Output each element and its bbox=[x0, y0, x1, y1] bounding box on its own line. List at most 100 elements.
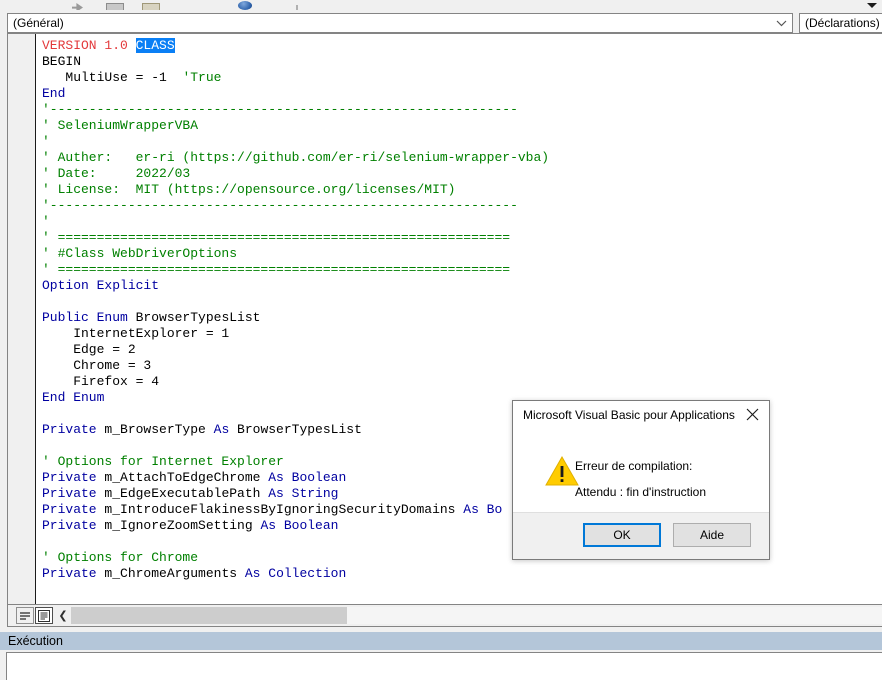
code-token: ' Auther: er-ri (https://github.com/er-r… bbox=[42, 150, 550, 165]
compile-error-dialog: Microsoft Visual Basic pour Applications… bbox=[512, 400, 770, 560]
code-line: ' ======================================… bbox=[42, 230, 882, 246]
chevron-down-icon[interactable] bbox=[773, 14, 789, 32]
object-combobox[interactable]: (Général) bbox=[7, 13, 793, 33]
code-pane-bottom-bar: ❮ bbox=[7, 605, 882, 627]
code-token: BrowserTypesList bbox=[237, 422, 362, 437]
code-token: MultiUse = -1 bbox=[42, 70, 183, 85]
code-token: Private bbox=[42, 566, 105, 581]
code-token: ' bbox=[42, 134, 50, 149]
code-token: As bbox=[213, 422, 238, 437]
object-browser-icon[interactable] bbox=[238, 1, 252, 10]
ok-button[interactable]: OK bbox=[583, 523, 661, 547]
code-line: End bbox=[42, 86, 882, 102]
run-play-icon[interactable] bbox=[72, 3, 86, 10]
warning-triangle-icon bbox=[545, 455, 579, 486]
procedure-view-icon[interactable] bbox=[16, 607, 34, 624]
code-token: '---------------------------------------… bbox=[42, 198, 518, 213]
toolbar-overflow-chevron-icon[interactable] bbox=[865, 2, 878, 11]
code-token: ' SeleniumWrapperVBA bbox=[42, 118, 199, 133]
code-token: '---------------------------------------… bbox=[42, 102, 518, 117]
code-token: ' Date: 2022/03 bbox=[42, 166, 191, 181]
code-token: ' ======================================… bbox=[42, 262, 511, 277]
code-token: m_BrowserType bbox=[104, 422, 214, 437]
dialog-titlebar: Microsoft Visual Basic pour Applications bbox=[513, 401, 769, 431]
code-line: Edge = 2 bbox=[42, 342, 882, 358]
code-token: ' bbox=[42, 214, 50, 229]
code-token: ' License: MIT (https://opensource.org/l… bbox=[42, 182, 456, 197]
immediate-window-pane: Exécution bbox=[0, 630, 882, 680]
reset-stop-icon[interactable] bbox=[142, 3, 160, 10]
dialog-message-line1: Erreur de compilation: bbox=[575, 459, 693, 473]
code-token: m_IntroduceFlakinessByIgnoringSecurityDo… bbox=[104, 502, 464, 517]
code-line: VERSION 1.0 CLASS bbox=[42, 38, 882, 54]
code-line: ' Auther: er-ri (https://github.com/er-r… bbox=[42, 150, 882, 166]
code-token: Edge = 2 bbox=[42, 342, 136, 357]
code-token: End bbox=[42, 86, 66, 101]
object-combobox-value: (Général) bbox=[13, 16, 64, 30]
code-line: ' bbox=[42, 134, 882, 150]
chevron-left-icon[interactable]: ❮ bbox=[55, 607, 71, 624]
code-line: Option Explicit bbox=[42, 278, 882, 294]
code-line: '---------------------------------------… bbox=[42, 198, 882, 214]
code-token: As Boolean bbox=[268, 470, 347, 485]
code-line: ' ======================================… bbox=[42, 262, 882, 278]
code-line: Public Enum BrowserTypesList bbox=[42, 310, 882, 326]
code-token: Private bbox=[42, 486, 105, 501]
code-line: BEGIN bbox=[42, 54, 882, 70]
toolbar-separator bbox=[296, 5, 298, 10]
break-icon[interactable] bbox=[106, 3, 124, 10]
code-token: As String bbox=[268, 486, 339, 501]
code-line: ' SeleniumWrapperVBA bbox=[42, 118, 882, 134]
code-token: InternetExplorer = 1 bbox=[42, 326, 230, 341]
margin-indicator-bar[interactable] bbox=[8, 34, 36, 604]
code-token: 'True bbox=[182, 70, 222, 85]
code-line: '---------------------------------------… bbox=[42, 102, 882, 118]
code-line: ' License: MIT (https://opensource.org/l… bbox=[42, 182, 882, 198]
code-token: As Boolean bbox=[260, 518, 339, 533]
code-token: ' #Class WebDriverOptions bbox=[42, 246, 238, 261]
code-line: Private m_ChromeArguments As Collection bbox=[42, 566, 882, 582]
dialog-message-line2: Attendu : fin d'instruction bbox=[575, 485, 707, 499]
help-button[interactable]: Aide bbox=[673, 523, 751, 547]
code-line: Chrome = 3 bbox=[42, 358, 882, 374]
immediate-window-title: Exécution bbox=[0, 632, 882, 650]
code-line: ' Date: 2022/03 bbox=[42, 166, 882, 182]
code-line: ' #Class WebDriverOptions bbox=[42, 246, 882, 262]
code-line: InternetExplorer = 1 bbox=[42, 326, 882, 342]
code-token: Firefox = 4 bbox=[42, 374, 160, 389]
code-token: m_EdgeExecutablePath bbox=[104, 486, 269, 501]
code-selection: CLASS bbox=[135, 38, 175, 53]
code-pane-combo-row: (Général) (Déclarations) bbox=[0, 11, 882, 33]
code-line: MultiUse = -1 'True bbox=[42, 70, 882, 86]
code-token: ' Options for Internet Explorer bbox=[42, 454, 284, 469]
procedure-combobox[interactable]: (Déclarations) bbox=[799, 13, 882, 33]
close-icon[interactable] bbox=[735, 401, 769, 427]
dialog-body: Erreur de compilation: Attendu : fin d'i… bbox=[513, 431, 769, 515]
dialog-title-text: Microsoft Visual Basic pour Applications bbox=[523, 408, 735, 422]
code-token: Private bbox=[42, 422, 105, 437]
horizontal-scrollbar[interactable] bbox=[71, 607, 882, 624]
vba-editor-window: (Général) (Déclarations) VERSION 1.0 CLA… bbox=[0, 0, 882, 680]
procedure-combobox-value: (Déclarations) bbox=[805, 16, 880, 30]
code-line: Firefox = 4 bbox=[42, 374, 882, 390]
full-module-view-icon[interactable] bbox=[35, 607, 53, 624]
code-token: End Enum bbox=[42, 390, 105, 405]
code-token: VERSION 1.0 bbox=[42, 38, 136, 53]
code-token: m_IgnoreZoomSetting bbox=[104, 518, 261, 533]
immediate-window-input[interactable] bbox=[6, 652, 882, 680]
code-token: ' ======================================… bbox=[42, 230, 511, 245]
code-token: Private bbox=[42, 502, 105, 517]
code-line: ' bbox=[42, 214, 882, 230]
code-token: As Bo bbox=[463, 502, 503, 517]
dialog-footer: OK Aide bbox=[513, 512, 769, 559]
code-token: Private bbox=[42, 518, 105, 533]
code-token: BrowserTypesList bbox=[135, 310, 261, 325]
code-token: ' Options for Chrome bbox=[42, 550, 199, 565]
code-token: m_ChromeArguments bbox=[104, 566, 245, 581]
code-token: BEGIN bbox=[42, 54, 82, 69]
code-token: Option Explicit bbox=[42, 278, 160, 293]
code-token: Private bbox=[42, 470, 105, 485]
code-token: m_AttachToEdgeChrome bbox=[104, 470, 269, 485]
horizontal-scrollbar-thumb[interactable] bbox=[71, 607, 347, 624]
